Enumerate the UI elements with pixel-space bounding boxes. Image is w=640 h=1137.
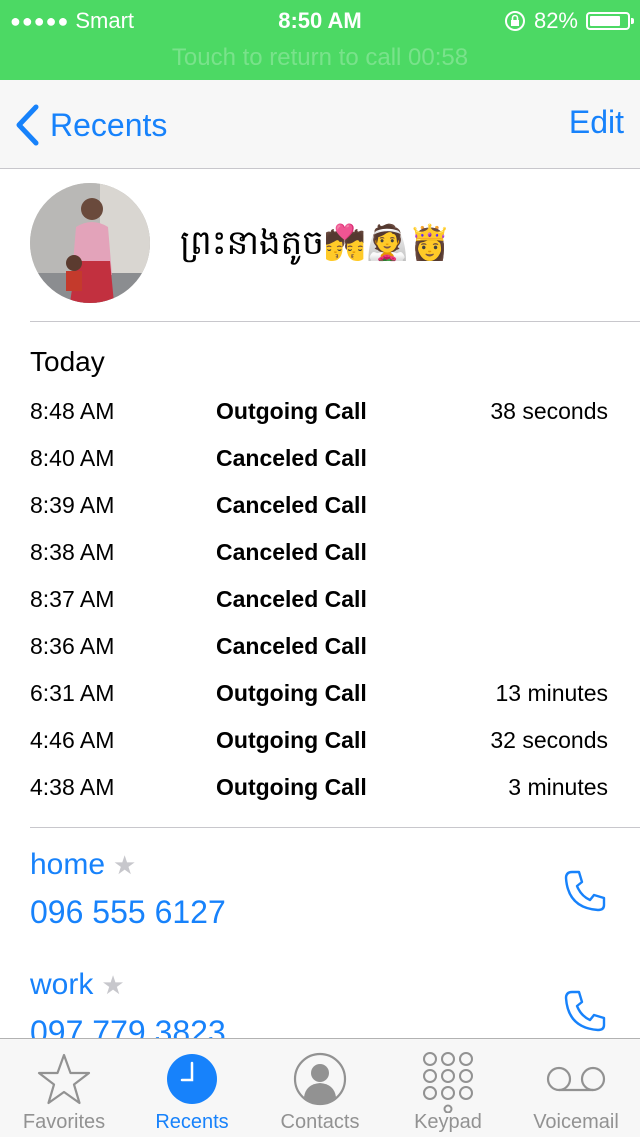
phone-label: home ★	[30, 848, 136, 882]
tab-keypad[interactable]: Keypad	[384, 1039, 512, 1137]
call-time: 6:31 AM	[30, 680, 115, 706]
voicemail-icon	[546, 1066, 606, 1092]
call-type: Outgoing Call	[216, 680, 367, 706]
status-bar[interactable]: ●●●●● Smart 8:50 AM 82% Touch to return …	[0, 0, 640, 80]
call-time: 4:46 AM	[30, 727, 115, 753]
call-type: Canceled Call	[216, 633, 367, 659]
phone-entry-home[interactable]: home ★ 096 555 6127	[0, 848, 640, 968]
contact-header: ព្រះនាងតូច💏👰👸	[0, 169, 640, 321]
star-icon	[37, 1053, 91, 1105]
phone-call-icon[interactable]	[562, 988, 608, 1034]
tab-voicemail[interactable]: Voicemail	[512, 1039, 640, 1137]
call-type: Outgoing Call	[216, 727, 367, 753]
tab-label: Keypad	[414, 1111, 482, 1133]
phone-label: work ★	[30, 968, 125, 1002]
divider	[30, 321, 640, 322]
call-type: Canceled Call	[216, 445, 367, 471]
call-duration: 32 seconds	[490, 727, 608, 753]
battery-icon	[586, 12, 634, 30]
call-log-row: 6:31 AM Outgoing Call 13 minutes	[0, 670, 640, 717]
call-time: 8:37 AM	[30, 586, 115, 612]
tab-recents[interactable]: Recents	[128, 1039, 256, 1137]
tab-contacts[interactable]: Contacts	[256, 1039, 384, 1137]
call-log-row: 8:37 AM Canceled Call	[0, 576, 640, 623]
phone-label-text: work	[30, 968, 94, 1001]
tab-label: Voicemail	[533, 1111, 619, 1133]
call-log-row: 8:38 AM Canceled Call	[0, 529, 640, 576]
call-log-row: 8:48 AM Outgoing Call 38 seconds	[0, 388, 640, 435]
call-log-row: 4:38 AM Outgoing Call 3 minutes	[0, 764, 640, 811]
keypad-icon	[423, 1052, 473, 1113]
chevron-left-icon	[16, 104, 39, 146]
call-time: 8:48 AM	[30, 398, 115, 424]
call-log-row: 8:39 AM Canceled Call	[0, 482, 640, 529]
call-log-day: Today	[30, 346, 105, 377]
call-type: Canceled Call	[216, 492, 367, 518]
navigation-bar: Recents Edit	[0, 80, 640, 169]
call-type: Canceled Call	[216, 539, 367, 565]
avatar-photo	[30, 183, 150, 303]
star-icon[interactable]: ★	[101, 970, 124, 1001]
clock-icon	[167, 1054, 217, 1104]
call-time: 8:39 AM	[30, 492, 115, 518]
return-to-call-banner[interactable]: Touch to return to call 00:58	[0, 44, 640, 72]
battery-percent: 82%	[533, 8, 578, 33]
call-type: Canceled Call	[216, 586, 367, 612]
battery-fill	[590, 16, 620, 26]
phone-number[interactable]: 096 555 6127	[30, 894, 226, 931]
contact-icon	[293, 1052, 347, 1106]
call-time: 8:38 AM	[30, 539, 115, 565]
call-time: 8:36 AM	[30, 633, 115, 659]
edit-button[interactable]: Edit	[569, 104, 624, 141]
tab-label: Recents	[155, 1111, 229, 1133]
divider	[30, 827, 640, 828]
rotation-lock-icon	[504, 11, 525, 31]
tab-label: Contacts	[280, 1111, 360, 1133]
back-button[interactable]: Recents	[14, 104, 167, 146]
call-duration: 38 seconds	[490, 398, 608, 424]
call-duration: 13 minutes	[495, 680, 608, 706]
avatar[interactable]	[30, 183, 150, 303]
star-icon[interactable]: ★	[113, 850, 136, 881]
contact-name: ព្រះនាងតូច💏👰👸	[180, 224, 451, 262]
phone-label-text: home	[30, 848, 106, 881]
call-log-row: 4:46 AM Outgoing Call 32 seconds	[0, 717, 640, 764]
tab-label: Favorites	[22, 1111, 106, 1133]
call-time: 8:40 AM	[30, 445, 115, 471]
call-time: 4:38 AM	[30, 774, 115, 800]
call-duration: 3 minutes	[508, 774, 608, 800]
status-right: 82%	[504, 8, 634, 34]
tab-bar: Favorites Recents Contacts Keypad Voicem…	[0, 1038, 640, 1137]
back-button-label: Recents	[50, 106, 168, 143]
call-log-row: 8:36 AM Canceled Call	[0, 623, 640, 670]
call-type: Outgoing Call	[216, 774, 367, 800]
call-type: Outgoing Call	[216, 398, 367, 424]
call-log-row: 8:40 AM Canceled Call	[0, 435, 640, 482]
phone-call-icon[interactable]	[562, 868, 608, 914]
tab-favorites[interactable]: Favorites	[0, 1039, 128, 1137]
